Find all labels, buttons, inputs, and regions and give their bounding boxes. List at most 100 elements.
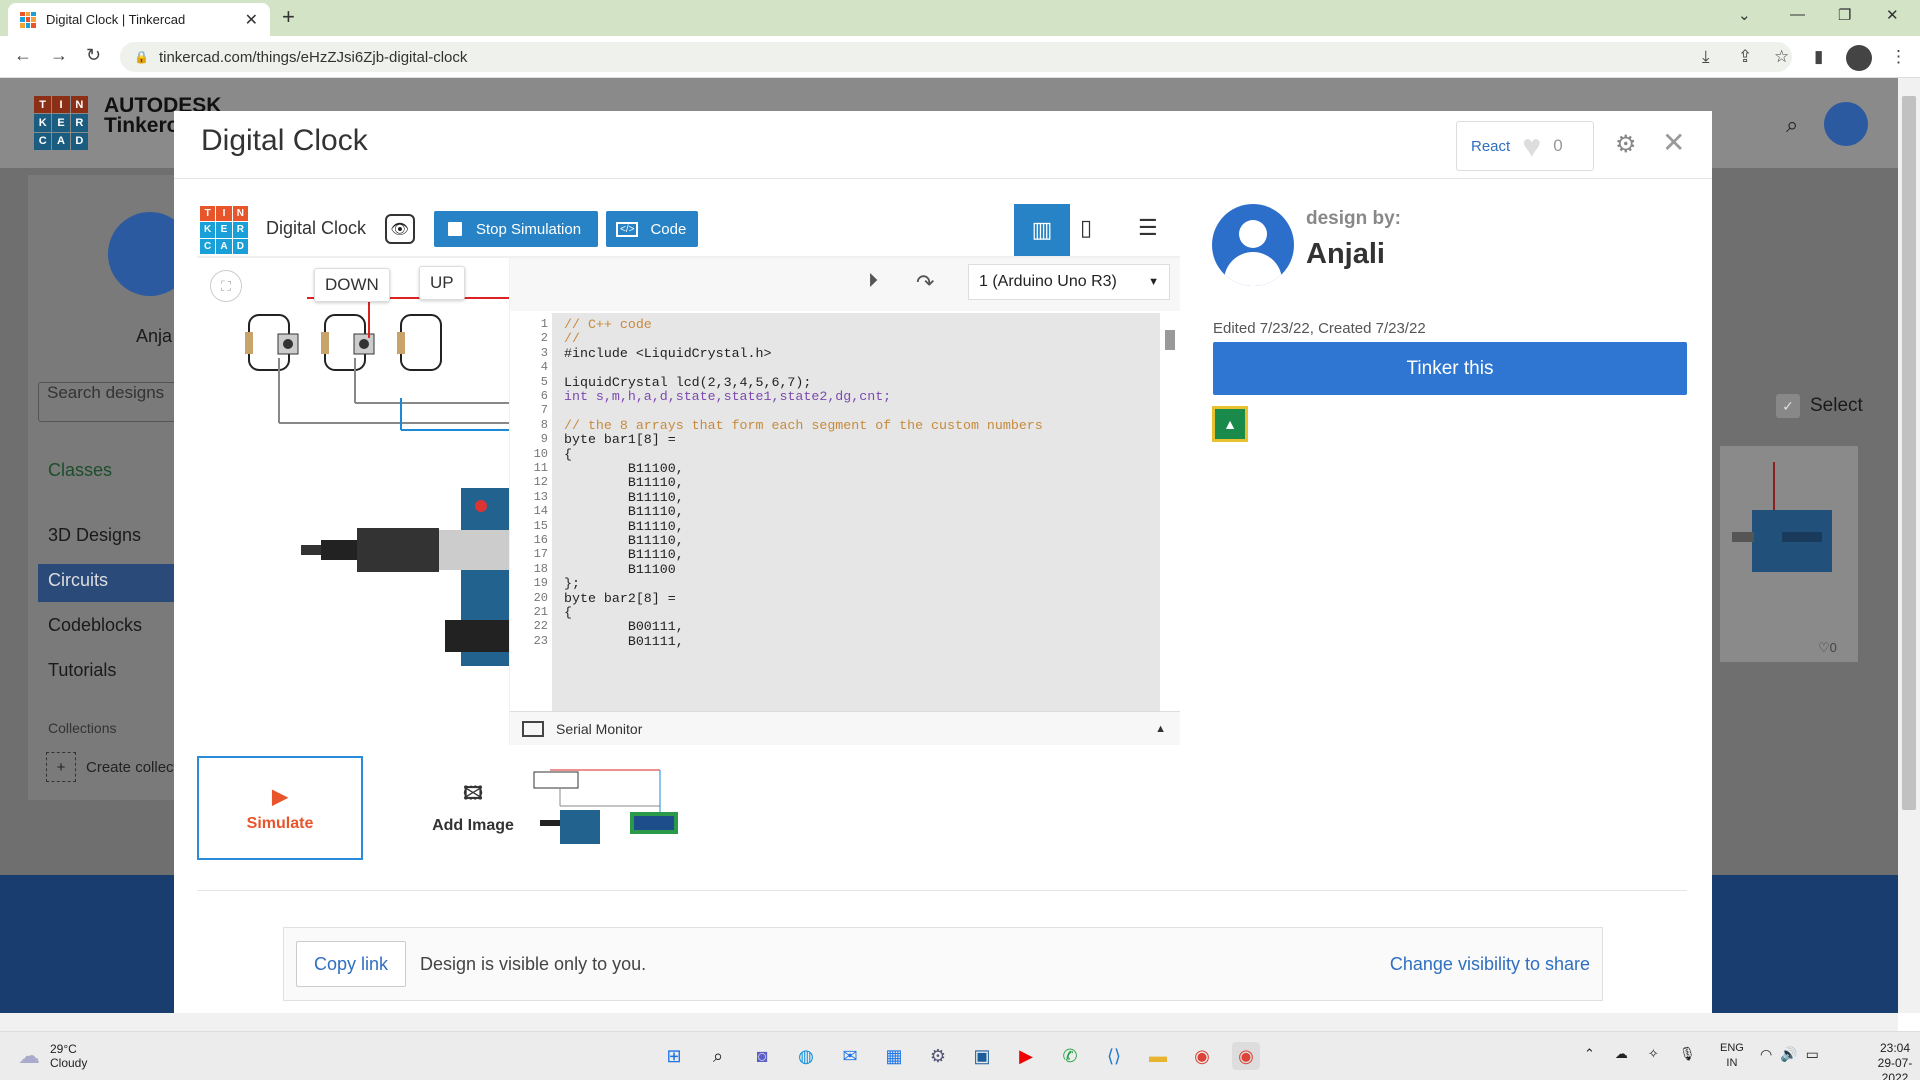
chrome-icon[interactable]: ◉ [1188,1042,1216,1070]
circuit-canvas[interactable] [197,258,509,745]
user-avatar[interactable] [1824,102,1868,146]
tinkercad-logo[interactable]: TIN KER CAD [34,96,88,150]
component-list-icon[interactable]: ☰ [1138,215,1158,241]
eye-view-icon[interactable]: 👁 [385,214,415,244]
chevron-up-icon[interactable]: ⌃ [1584,1046,1595,1062]
search-designs-input[interactable]: Search designs [38,382,188,422]
onedrive-icon[interactable]: ☁ [1615,1046,1628,1062]
code-line: // the 8 arrays that form each segment o… [564,417,1043,433]
reload-icon[interactable]: ↻ [86,45,101,66]
code-button[interactable]: </> Code [606,211,698,247]
select-toggle[interactable]: ✓ Select [1776,394,1863,418]
line-number: 10 [533,446,548,461]
window-close-icon[interactable]: ✕ [1886,6,1899,24]
scrollbar-thumb[interactable] [1902,96,1916,810]
sidebar-item-codeblocks[interactable]: Codeblocks [48,615,142,636]
circuit-view-icon[interactable]: ▥ [1014,204,1070,256]
card-like-count[interactable]: ♡0 [1818,640,1837,656]
copy-link-button[interactable]: Copy link [296,941,406,987]
settings-gear-icon[interactable]: ⚙ [1615,130,1637,159]
weather-widget[interactable]: ☁ 29°C Cloudy [18,1042,87,1070]
plus-icon: + [46,752,76,782]
edge-icon[interactable]: ◍ [792,1042,820,1070]
line-number: 20 [533,590,548,605]
code-line: LiquidCrystal lcd(2,3,4,5,6,7); [564,374,812,390]
line-number: 16 [533,533,548,547]
start-icon[interactable]: ⊞ [660,1042,688,1070]
visibility-text: Design is visible only to you. [420,953,647,974]
tab-search-icon[interactable]: ⌄ [1738,6,1751,24]
share-icon[interactable]: ⇪ [1738,47,1752,67]
battery-icon: ▭ [1805,1046,1819,1062]
taskbar-clock[interactable]: 23:04 29-07-2022 [1870,1041,1920,1080]
line-number: 7 [540,403,548,418]
step-icon[interactable]: ⏵ [868,270,878,293]
file-explorer-icon[interactable]: ▬ [1144,1042,1172,1070]
schematic-view-icon[interactable]: ▯ [1080,215,1092,241]
stop-simulation-button[interactable]: Stop Simulation [434,211,598,247]
chrome-active-icon[interactable]: ◉ [1232,1042,1260,1070]
store-icon[interactable]: ▦ [880,1042,908,1070]
fit-view-icon[interactable]: ⛶ [210,270,242,302]
react-button[interactable]: React ♥ 0 [1456,121,1594,171]
browser-tab[interactable]: Digital Clock | Tinkercad ✕ [8,3,270,36]
line-number: 14 [533,504,548,519]
collections-label: Collections [48,720,117,736]
dropbox-icon[interactable]: ✧ [1648,1046,1659,1062]
code-line: B11110, [564,475,684,491]
restart-icon[interactable]: ↷ [916,270,934,296]
line-number: 4 [540,360,548,375]
network-volume-battery[interactable]: ◠ 🔊 ▭ [1760,1046,1819,1063]
simulate-button[interactable]: ▶ Simulate [197,756,363,860]
line-number: 15 [533,518,548,533]
bookmark-star-icon[interactable]: ☆ [1774,47,1789,67]
designer-avatar[interactable] [1212,204,1294,286]
whatsapp-icon[interactable]: ✆ [1056,1042,1084,1070]
app-icon[interactable]: ▣ [968,1042,996,1070]
language-indicator[interactable]: ENG IN [1720,1041,1744,1071]
code-line: // [564,331,580,347]
teams-icon[interactable]: ◙ [748,1042,776,1070]
design-thumbnail[interactable] [530,766,682,852]
code-line: { [564,446,572,462]
lock-icon: 🔒 [134,50,149,64]
settings-icon[interactable]: ⚙ [924,1042,952,1070]
microphone-icon[interactable]: 🎙 [1679,1046,1696,1062]
board-select[interactable]: 1 (Arduino Uno R3) ▼ [968,264,1170,300]
sidebar-item-classes[interactable]: Classes [48,460,112,481]
sidebar-item-tutorials[interactable]: Tutorials [48,660,116,681]
profile-avatar[interactable] [1846,45,1872,71]
search-icon[interactable]: ⌕ [1786,112,1798,138]
serial-monitor-bar[interactable]: Serial Monitor ▲ [510,711,1180,745]
restore-icon[interactable]: ❐ [1838,6,1851,24]
divider [197,890,1687,891]
mail-icon[interactable]: ✉ [836,1042,864,1070]
sidebar-item-3d-designs[interactable]: 3D Designs [48,525,141,546]
search-icon[interactable]: ⌕ [704,1042,732,1070]
tinker-this-button[interactable]: Tinker this [1213,342,1687,395]
chrome-menu-icon[interactable]: ⋮ [1890,47,1907,67]
forward-arrow-icon[interactable]: → [50,45,68,66]
tab-close-icon[interactable]: ✕ [245,10,258,30]
vscode-icon[interactable]: ⟨⟩ [1100,1042,1128,1070]
designer-name[interactable]: Anjali [1306,238,1385,271]
url-input[interactable]: 🔒 tinkercad.com/things/eHzZJsi6Zjb-digit… [120,42,1792,72]
code-line: }; [564,576,580,592]
code-scrollbar-thumb[interactable] [1165,330,1175,350]
change-visibility-link[interactable]: Change visibility to share [1390,954,1590,975]
down-button-label: DOWN [314,268,390,302]
back-arrow-icon[interactable]: ← [14,45,32,66]
sidebar-item-circuits[interactable]: Circuits [48,570,108,591]
youtube-icon[interactable]: ▶ [1012,1042,1040,1070]
minimize-icon[interactable]: — [1790,6,1805,23]
install-icon[interactable]: ⤓ [1702,47,1710,67]
side-panel-icon[interactable]: ▮ [1814,47,1823,67]
expand-up-icon[interactable]: ▲ [1155,723,1166,735]
code-line: #include <LiquidCrystal.h> [564,345,772,361]
horizontal-scrollbar[interactable] [0,1013,1898,1031]
system-tray[interactable]: ⌃ ☁ ✧ 🎙 [1584,1046,1695,1062]
modal-close-icon[interactable]: ✕ [1662,126,1685,159]
code-scrollbar[interactable] [1162,313,1178,711]
new-tab-button[interactable]: + [282,4,295,30]
google-classroom-icon[interactable]: ▲ [1212,406,1248,442]
